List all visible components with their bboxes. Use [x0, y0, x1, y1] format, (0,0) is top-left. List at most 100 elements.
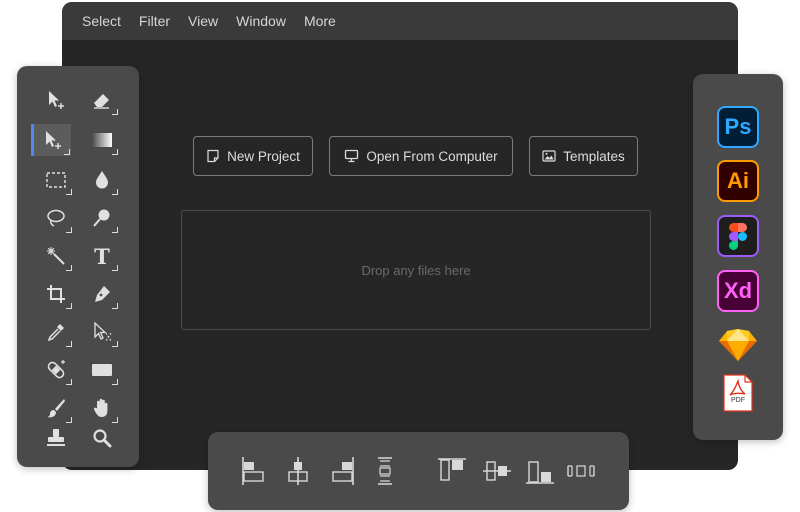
blur-tool[interactable]	[85, 164, 119, 196]
alignment-panel	[208, 432, 629, 510]
figma-icon	[729, 223, 747, 250]
menu-select[interactable]: Select	[82, 13, 121, 29]
dodge-tool[interactable]	[85, 202, 119, 234]
path-select-tool[interactable]	[85, 316, 119, 348]
menu-window[interactable]: Window	[236, 13, 286, 29]
marquee-icon	[46, 172, 66, 188]
align-bottom-icon	[526, 461, 554, 484]
submenu-corner	[112, 379, 118, 385]
sketch-app[interactable]	[717, 324, 759, 366]
eraser-tool[interactable]	[85, 84, 119, 116]
drop-icon	[96, 171, 108, 189]
illustrator-app[interactable]: Ai	[717, 160, 759, 202]
distribute-vertical-button[interactable]	[370, 456, 400, 486]
align-horizontal-center-button[interactable]	[283, 456, 313, 486]
xd-app[interactable]: Xd	[717, 270, 759, 312]
pdf-label: PDF	[731, 397, 745, 404]
pdf-app[interactable]: PDF	[717, 372, 759, 414]
direct-select-icon	[94, 321, 112, 342]
move-arrow-icon	[49, 91, 64, 109]
submenu-corner	[66, 265, 72, 271]
menu-more[interactable]: More	[304, 13, 336, 29]
lasso-tool[interactable]	[39, 202, 73, 234]
menu-filter[interactable]: Filter	[139, 13, 170, 29]
rectangle-icon	[92, 364, 112, 376]
submenu-corner	[112, 265, 118, 271]
submenu-corner	[66, 227, 72, 233]
stamp-icon	[47, 429, 65, 446]
open-from-computer-label: Open From Computer	[366, 148, 498, 164]
align-top-button[interactable]	[437, 456, 467, 486]
stamp-tool[interactable]	[39, 422, 73, 454]
submenu-corner	[112, 189, 118, 195]
brush-icon	[47, 399, 65, 418]
pen-icon	[95, 286, 110, 302]
select-tool[interactable]	[31, 124, 71, 156]
menu-bar: Select Filter View Window More	[62, 2, 738, 40]
dodge-icon	[93, 209, 110, 227]
align-vertical-center-button[interactable]	[482, 456, 512, 486]
submenu-corner	[112, 227, 118, 233]
eyedropper-tool[interactable]	[39, 316, 73, 348]
align-horizontal-center-icon	[288, 457, 308, 485]
healing-tool[interactable]	[39, 354, 73, 386]
new-file-icon	[207, 149, 219, 163]
move-tool[interactable]	[39, 84, 73, 116]
open-from-computer-button[interactable]: Open From Computer	[329, 136, 513, 176]
dropzone-text: Drop any files here	[361, 262, 471, 278]
gradient-tool[interactable]	[85, 124, 119, 156]
brush-tool[interactable]	[39, 392, 73, 424]
app-window: Select Filter View Window More New Proje…	[62, 2, 738, 470]
sketch-diamond-icon	[719, 329, 757, 361]
marquee-tool[interactable]	[39, 164, 73, 196]
hand-tool[interactable]	[85, 392, 119, 424]
type-icon: T	[94, 244, 110, 268]
submenu-corner	[112, 109, 118, 115]
pen-tool[interactable]	[85, 278, 119, 310]
submenu-corner	[66, 303, 72, 309]
tools-panel: T	[17, 66, 139, 467]
file-dropzone[interactable]: Drop any files here	[181, 210, 651, 330]
xd-label: Xd	[723, 278, 753, 303]
gradient-icon	[92, 133, 112, 147]
distribute-horizontal-icon	[567, 465, 595, 477]
distribute-horizontal-button[interactable]	[566, 456, 596, 486]
submenu-corner	[66, 341, 72, 347]
submenu-corner	[66, 379, 72, 385]
align-vertical-center-icon	[483, 461, 511, 481]
submenu-corner	[112, 149, 118, 155]
figma-app[interactable]	[717, 215, 759, 257]
new-project-button[interactable]: New Project	[193, 136, 313, 176]
align-left-icon	[242, 457, 264, 485]
new-project-label: New Project	[227, 148, 300, 164]
menu-view[interactable]: View	[188, 13, 218, 29]
distribute-vertical-icon	[378, 457, 392, 485]
eraser-icon	[94, 94, 109, 109]
templates-label: Templates	[563, 148, 625, 164]
magic-wand-tool[interactable]	[39, 240, 73, 272]
type-tool[interactable]: T	[85, 240, 119, 272]
align-right-icon	[332, 457, 354, 485]
align-top-icon	[438, 458, 466, 481]
pdf-file-icon	[723, 374, 753, 412]
monitor-icon	[345, 149, 359, 163]
bandage-icon	[47, 360, 65, 379]
magic-wand-icon	[47, 247, 65, 265]
photoshop-app[interactable]: Ps	[717, 106, 759, 148]
photoshop-label: Ps	[724, 114, 752, 139]
crop-icon	[47, 285, 65, 303]
templates-button[interactable]: Templates	[529, 136, 638, 176]
image-icon	[542, 150, 556, 162]
magnifier-icon	[93, 429, 112, 448]
zoom-tool[interactable]	[85, 422, 119, 454]
rectangle-tool[interactable]	[85, 354, 119, 386]
align-left-button[interactable]	[238, 456, 268, 486]
svg-text:T: T	[94, 244, 110, 268]
align-bottom-button[interactable]	[525, 456, 555, 486]
eyedropper-icon	[47, 324, 64, 342]
submenu-corner	[112, 303, 118, 309]
align-right-button[interactable]	[328, 456, 358, 486]
crop-tool[interactable]	[39, 278, 73, 310]
apps-panel: Ps Ai Xd PDF	[693, 74, 783, 440]
submenu-corner	[66, 189, 72, 195]
